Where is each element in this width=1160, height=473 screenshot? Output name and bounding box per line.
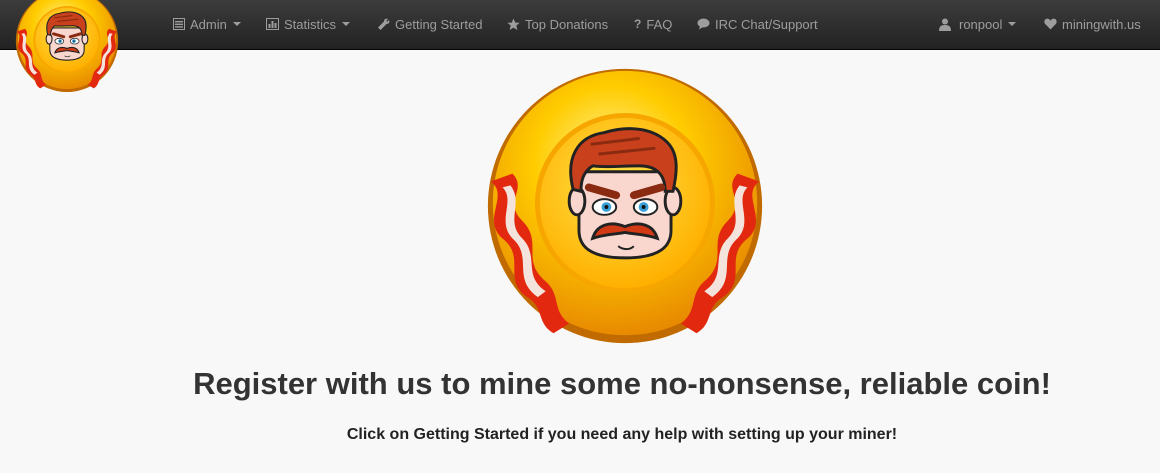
chevron-down-icon [232,22,241,26]
chevron-down-icon [1008,22,1017,26]
nav-top-donations[interactable]: Top Donations [507,0,608,48]
top-navbar: Admin Statistics Getting Started Top Don… [0,0,1160,50]
wrench-icon [377,18,390,31]
nav-user-label: ronpool [959,16,1003,32]
page-subheadline: Click on Getting Started if you need any… [346,426,898,443]
hero-logo [480,64,770,353]
chevron-down-icon [342,22,351,26]
nav-faq-label: FAQ [646,16,673,32]
nav-faq[interactable]: ? FAQ [634,0,672,48]
nav-irc-chat-label: IRC Chat/Support [715,16,818,32]
navbar-logo[interactable] [4,0,130,111]
nav-statistics-label: Statistics [284,16,337,32]
nav-statistics[interactable]: Statistics [266,0,351,48]
star-icon [507,18,520,31]
nav-user-menu[interactable]: ronpool [939,0,1017,48]
nav-top-donations-label: Top Donations [525,16,609,32]
nav-admin[interactable]: Admin [173,0,241,48]
nav-irc-chat[interactable]: IRC Chat/Support [697,0,818,48]
bar-chart-icon [266,18,279,30]
nav-site-label: miningwith.us [1062,16,1141,32]
nav-admin-label: Admin [190,16,227,32]
heart-icon [1044,18,1057,30]
nav-site-link[interactable]: miningwith.us [1044,0,1141,48]
nav-getting-started[interactable]: Getting Started [377,0,482,48]
page-headline: Register with us to mine some no-nonsens… [193,366,1051,401]
user-icon [939,18,951,31]
chat-bubble-icon [697,18,710,30]
list-icon [173,18,185,30]
question-icon: ? [634,17,642,31]
nav-getting-started-label: Getting Started [395,16,483,32]
